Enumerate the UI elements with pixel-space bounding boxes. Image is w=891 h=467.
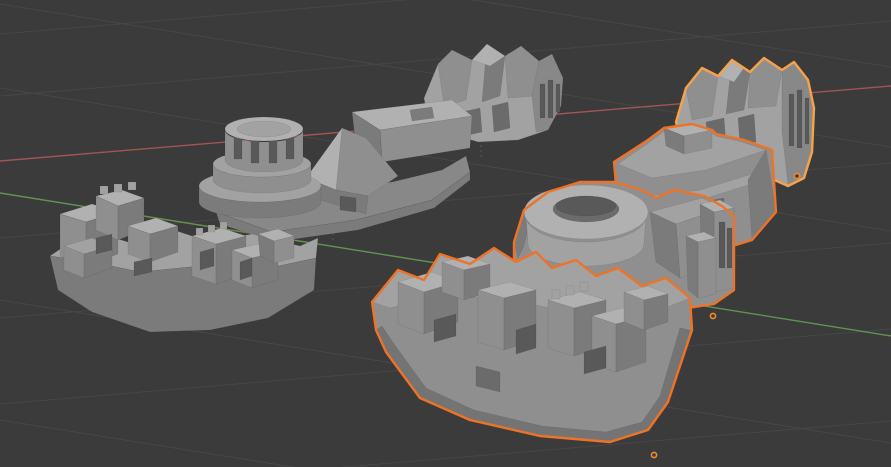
grid-line <box>0 419 297 467</box>
tower-front <box>697 237 717 299</box>
crenellation <box>207 224 216 233</box>
crenellation <box>127 181 137 191</box>
object-origin-dot <box>709 312 717 320</box>
crater-hole-inner <box>555 195 617 217</box>
crenellation <box>99 185 109 195</box>
grid-line <box>338 420 891 467</box>
cube-front <box>273 235 295 264</box>
object-origin-dot <box>650 451 658 459</box>
tower-slot <box>726 227 733 269</box>
wall-slot <box>555 83 561 113</box>
wall-slot <box>539 83 546 119</box>
crenellation <box>565 285 575 296</box>
tower-side <box>685 235 699 299</box>
object-origin-dot <box>793 172 801 180</box>
viewport-canvas[interactable] <box>0 0 891 467</box>
tower-top-inner <box>236 120 292 138</box>
blender-3d-viewport[interactable] <box>0 0 891 467</box>
cube-front <box>477 289 505 351</box>
object-tower-ruin-left[interactable] <box>198 99 473 243</box>
crenellation <box>219 221 228 230</box>
wall-slot <box>547 79 554 119</box>
crenellation <box>113 183 123 193</box>
grid-line <box>0 0 410 35</box>
door-recess <box>339 195 357 213</box>
wall-slot <box>804 97 810 145</box>
cave-opening <box>491 101 511 133</box>
recess <box>199 247 215 271</box>
wall-slot <box>796 89 803 149</box>
crenellation <box>195 227 204 236</box>
crenellation <box>551 289 561 300</box>
crenellation <box>579 281 589 292</box>
wall-slot <box>788 93 795 147</box>
cube-front <box>547 299 575 357</box>
tower-slot <box>718 221 726 269</box>
recess <box>239 257 253 281</box>
